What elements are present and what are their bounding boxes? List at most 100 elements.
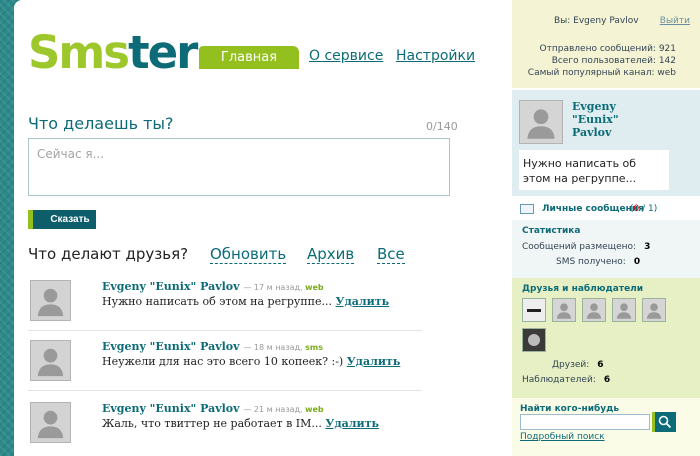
char-counter: 0/140 bbox=[426, 120, 458, 133]
search-icon bbox=[658, 415, 672, 429]
friends-panel: Друзья и наблюдатели Друзей: 6 Наблюдател… bbox=[512, 278, 700, 398]
friends-count: Друзей: 6 bbox=[552, 360, 604, 370]
friend-avatar[interactable] bbox=[522, 328, 546, 352]
friend-avatar[interactable] bbox=[612, 298, 636, 322]
friend-avatar-image bbox=[528, 334, 540, 346]
sidebar: Вы: Evgeny Pavlov Выйти Отправлено сообщ… bbox=[512, 0, 700, 456]
main-column: Smster Главная О сервисе Настройки Что д… bbox=[14, 0, 512, 456]
posted-stat: Сообщений размещено: 3 bbox=[522, 242, 650, 252]
all-link[interactable]: Все bbox=[377, 245, 405, 264]
profile-name[interactable]: Evgeny "Eunix" Pavlov bbox=[572, 100, 642, 139]
current-user: Вы: Evgeny Pavlov bbox=[554, 16, 639, 26]
statistics-panel: Статистика Сообщений размещено: 3 SMS пол… bbox=[512, 220, 700, 278]
nav-home-tab[interactable]: Главная bbox=[199, 46, 299, 69]
page-frame: Smster Главная О сервисе Настройки Что д… bbox=[14, 0, 700, 456]
user-silhouette-icon bbox=[31, 403, 70, 442]
feed-message: Жаль, что твиттер не работает в IM... Уд… bbox=[102, 417, 379, 430]
search-input[interactable] bbox=[520, 414, 650, 430]
user-silhouette-icon bbox=[520, 101, 562, 143]
smster-logo[interactable]: Smster bbox=[28, 30, 198, 75]
feed-message: Нужно написать об этом на регруппе... Уд… bbox=[102, 295, 389, 308]
profile-avatar[interactable] bbox=[519, 100, 563, 144]
user-silhouette-icon bbox=[31, 281, 70, 320]
popular-channel: Самый популярный канал: web bbox=[527, 68, 676, 78]
source-label: sms bbox=[305, 343, 323, 352]
account-summary: Вы: Evgeny Pavlov Выйти Отправлено сообщ… bbox=[512, 0, 700, 88]
feed-author[interactable]: Evgeny "Eunix" Pavlov — 21 м назад, web bbox=[102, 402, 324, 415]
friend-avatar[interactable] bbox=[552, 298, 576, 322]
posted-value: 3 bbox=[644, 242, 651, 252]
nav-settings-link[interactable]: Настройки bbox=[396, 48, 475, 64]
say-button[interactable]: Сказать bbox=[28, 210, 96, 229]
feed-item: Evgeny "Eunix" Pavlov — 17 м назад, web … bbox=[28, 280, 422, 342]
pm-count: (0 / 1) bbox=[630, 204, 657, 214]
user-silhouette-icon bbox=[646, 303, 662, 319]
search-title: Найти кого-нибудь bbox=[520, 404, 620, 414]
timestamp: — 17 м назад, bbox=[243, 283, 303, 292]
status-input[interactable] bbox=[28, 138, 450, 196]
friend-avatar[interactable] bbox=[582, 298, 606, 322]
stats-title: Статистика bbox=[522, 226, 581, 236]
feed-item: Evgeny "Eunix" Pavlov — 21 м назад, web … bbox=[28, 402, 422, 456]
feed-author[interactable]: Evgeny "Eunix" Pavlov — 18 м назад, sms bbox=[102, 340, 323, 353]
timestamp: — 18 м назад, bbox=[243, 343, 303, 352]
followers-value: 6 bbox=[603, 375, 611, 385]
feed-meta: — 18 м назад, sms bbox=[243, 343, 323, 352]
source-label: web bbox=[305, 283, 324, 292]
friends-feed-title: Что делают друзья? bbox=[28, 245, 189, 263]
author-name[interactable]: Evgeny "Eunix" Pavlov bbox=[102, 340, 240, 353]
compose-question: Что делаешь ты? bbox=[28, 114, 174, 133]
message-text: Нужно написать об этом на регруппе... bbox=[102, 295, 333, 308]
sms-stat: SMS получено: 0 bbox=[556, 257, 640, 267]
divider bbox=[28, 330, 422, 331]
friend-avatar-image bbox=[527, 309, 541, 312]
delete-link[interactable]: Удалить bbox=[336, 295, 390, 308]
friends-value: 6 bbox=[597, 360, 604, 370]
followers-label: Наблюдателей: bbox=[522, 375, 596, 385]
user-silhouette-icon bbox=[31, 341, 70, 380]
friends-title: Друзья и наблюдатели bbox=[522, 284, 644, 294]
posted-label: Сообщений размещено: bbox=[522, 242, 637, 252]
feed-author[interactable]: Evgeny "Eunix" Pavlov — 17 м назад, web bbox=[102, 280, 324, 293]
profile-card: Evgeny "Eunix" Pavlov Нужно написать об … bbox=[512, 90, 700, 196]
sms-value: 0 bbox=[633, 257, 641, 267]
friend-avatar[interactable] bbox=[522, 298, 546, 322]
private-messages[interactable]: Личные сообщения (0 / 1) bbox=[512, 198, 700, 220]
source-label: web bbox=[305, 405, 324, 414]
nav-about-link[interactable]: О сервисе bbox=[309, 48, 383, 64]
feed-meta: — 17 м назад, web bbox=[243, 283, 323, 292]
delete-link[interactable]: Удалить bbox=[347, 355, 401, 368]
author-name[interactable]: Evgeny "Eunix" Pavlov bbox=[102, 402, 240, 415]
archive-link[interactable]: Архив bbox=[307, 245, 355, 264]
logo-part-sms: Sms bbox=[28, 26, 130, 79]
delete-link[interactable]: Удалить bbox=[325, 417, 379, 430]
sms-label: SMS получено: bbox=[556, 257, 626, 267]
avatar[interactable] bbox=[30, 340, 71, 381]
message-text: Неужели для нас это всего 10 копеек? :-) bbox=[102, 355, 344, 368]
user-silhouette-icon bbox=[616, 303, 632, 319]
avatar[interactable] bbox=[30, 280, 71, 321]
logo-part-ter: ter bbox=[128, 26, 198, 79]
pm-label[interactable]: Личные сообщения bbox=[542, 204, 644, 214]
followers-count: Наблюдателей: 6 bbox=[522, 375, 610, 385]
search-button[interactable] bbox=[652, 412, 676, 432]
user-silhouette-icon bbox=[556, 303, 572, 319]
timestamp: — 21 м назад, bbox=[243, 405, 303, 414]
friend-avatar[interactable] bbox=[642, 298, 666, 322]
feed-meta: — 21 м назад, web bbox=[243, 405, 323, 414]
feed-item: Evgeny "Eunix" Pavlov — 18 м назад, sms … bbox=[28, 340, 422, 402]
user-silhouette-icon bbox=[586, 303, 602, 319]
advanced-search-link[interactable]: Подробный поиск bbox=[520, 432, 605, 442]
pm-total: / 1) bbox=[639, 204, 658, 214]
feed-message: Неужели для нас это всего 10 копеек? :-)… bbox=[102, 355, 400, 368]
avatar[interactable] bbox=[30, 402, 71, 443]
refresh-link[interactable]: Обновить bbox=[210, 245, 287, 264]
friends-label: Друзей: bbox=[552, 360, 590, 370]
sent-count: Отправлено сообщений: 921 bbox=[539, 44, 676, 54]
message-text: Жаль, что твиттер не работает в IM... bbox=[102, 417, 322, 430]
search-panel: Найти кого-нибудь Подробный поиск bbox=[512, 398, 700, 456]
divider bbox=[28, 390, 422, 391]
logout-link[interactable]: Выйти bbox=[660, 16, 690, 26]
author-name[interactable]: Evgeny "Eunix" Pavlov bbox=[102, 280, 240, 293]
profile-status: Нужно написать об этом на регруппе... bbox=[519, 150, 669, 190]
